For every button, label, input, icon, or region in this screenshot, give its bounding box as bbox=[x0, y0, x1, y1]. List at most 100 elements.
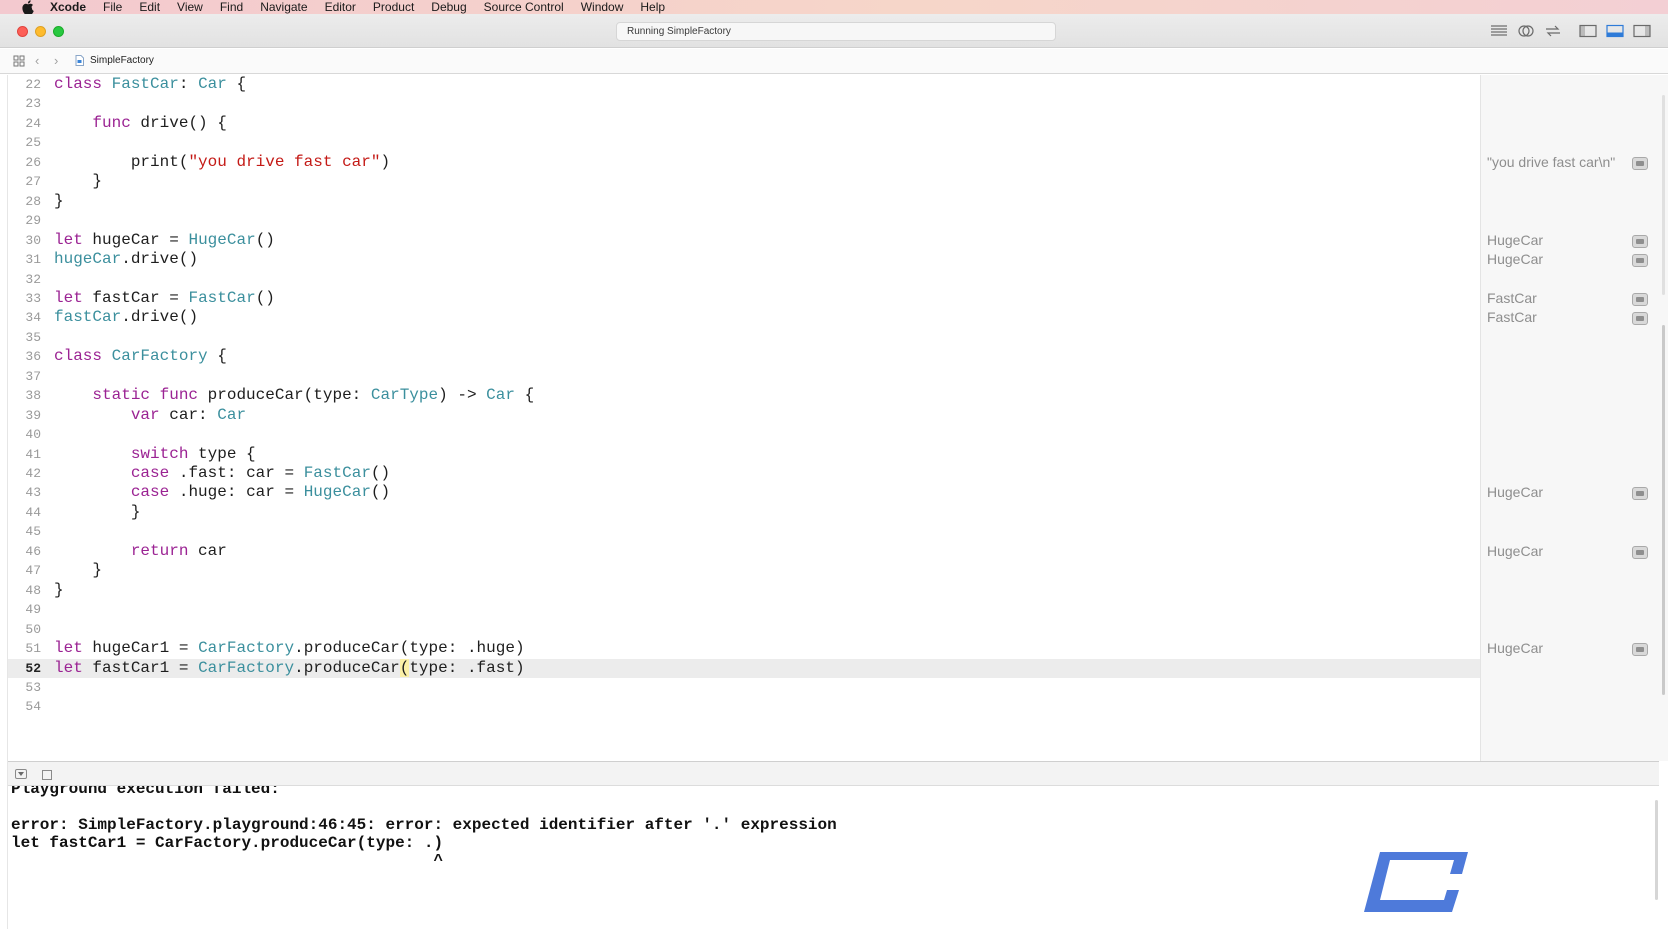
code-line[interactable]: 27 } bbox=[8, 172, 1480, 191]
navigator-toggle-icon[interactable] bbox=[1578, 24, 1600, 38]
code-line[interactable]: 28} bbox=[8, 192, 1480, 211]
code-line[interactable]: 22 class FastCar: Car { bbox=[8, 75, 1480, 94]
code-text: } bbox=[54, 561, 102, 580]
code-line[interactable]: 39 var car: Car bbox=[8, 406, 1480, 425]
code-line[interactable]: 31 hugeCar.drive() bbox=[8, 250, 1480, 269]
code-punctuation-token: . bbox=[466, 658, 477, 677]
code-line[interactable]: 32 bbox=[8, 270, 1480, 289]
code-keyword-token: class bbox=[54, 347, 103, 366]
code-identifier-token: produceCar bbox=[207, 386, 304, 405]
editor-scrollbar[interactable] bbox=[1659, 75, 1668, 761]
chevron-right-icon[interactable]: › bbox=[54, 53, 58, 68]
menu-product[interactable]: Product bbox=[373, 0, 414, 14]
code-line[interactable]: 38 static func produceCar(type: CarType)… bbox=[8, 386, 1480, 405]
menu-source-control[interactable]: Source Control bbox=[484, 0, 564, 14]
line-number: 39 bbox=[25, 407, 41, 423]
code-punctuation-token: : bbox=[226, 464, 237, 482]
code-identifier-token: fast bbox=[188, 464, 227, 482]
code-line[interactable]: 25 bbox=[8, 133, 1480, 152]
chevron-left-icon[interactable]: ‹ bbox=[35, 53, 39, 68]
code-identifier-token: fastCar bbox=[92, 288, 160, 307]
code-line[interactable]: 30 let hugeCar = HugeCar() bbox=[8, 231, 1480, 250]
menu-editor[interactable]: Editor bbox=[325, 0, 356, 14]
code-line[interactable]: 42 case .fast: car = FastCar() bbox=[8, 464, 1480, 483]
code-line[interactable]: 29 bbox=[8, 211, 1480, 230]
code-punctuation-token: . bbox=[294, 639, 304, 658]
window-close-button[interactable] bbox=[17, 26, 28, 37]
code-identifier-token: hugeCar bbox=[54, 250, 122, 269]
code-line[interactable]: 44 } bbox=[8, 503, 1480, 522]
code-type-token: Car bbox=[486, 386, 515, 405]
code-line[interactable]: 33 let fastCar = FastCar() bbox=[8, 289, 1480, 308]
window-minimize-button[interactable] bbox=[35, 26, 46, 37]
standard-editor-icon[interactable] bbox=[1489, 24, 1511, 38]
code-line[interactable]: 24 func drive() { bbox=[8, 114, 1480, 133]
menu-navigate[interactable]: Navigate bbox=[260, 0, 307, 14]
menu-file[interactable]: File bbox=[103, 0, 122, 14]
quick-look-result-button[interactable] bbox=[1632, 156, 1648, 170]
menu-find[interactable]: Find bbox=[220, 0, 243, 14]
assistant-editor-icon[interactable] bbox=[1516, 24, 1538, 38]
quick-look-result-button[interactable] bbox=[1632, 292, 1648, 306]
line-number: 36 bbox=[25, 349, 41, 365]
code-line[interactable]: 45 bbox=[8, 522, 1480, 541]
version-editor-icon[interactable] bbox=[1543, 24, 1565, 38]
code-line[interactable]: 36 class CarFactory { bbox=[8, 347, 1480, 366]
code-identifier-token: type bbox=[198, 444, 237, 463]
console-scrollbar[interactable] bbox=[1651, 786, 1668, 929]
quick-look-result-button[interactable] bbox=[1632, 234, 1648, 248]
quick-look-result-button[interactable] bbox=[1632, 312, 1648, 326]
editor-scrollbar-thumb[interactable] bbox=[1662, 325, 1665, 695]
menu-window[interactable]: Window bbox=[581, 0, 624, 14]
console-scrollbar-thumb[interactable] bbox=[1655, 800, 1658, 900]
code-punctuation-token: { bbox=[217, 113, 227, 132]
code-line[interactable]: 52 let fastCar1 = CarFactory.produceCar(t… bbox=[8, 658, 1480, 678]
code-line[interactable]: 46 return car bbox=[8, 542, 1480, 561]
code-punctuation-token: } bbox=[54, 580, 64, 599]
code-line[interactable]: 35 bbox=[8, 328, 1480, 347]
code-line[interactable]: 34 fastCar.drive() bbox=[8, 308, 1480, 327]
debug-area-toggle-icon[interactable] bbox=[1605, 24, 1627, 38]
inspector-toggle-icon[interactable] bbox=[1632, 24, 1654, 38]
menu-app-name[interactable]: Xcode bbox=[50, 0, 86, 14]
code-line[interactable]: 41 switch type { bbox=[8, 445, 1480, 464]
code-line[interactable]: 40 bbox=[8, 425, 1480, 444]
apple-logo-icon[interactable] bbox=[22, 0, 36, 14]
window-zoom-button[interactable] bbox=[53, 26, 64, 37]
code-text: switch type { bbox=[54, 445, 256, 464]
jump-bar-file-name[interactable]: SimpleFactory bbox=[90, 55, 154, 66]
quick-look-result-button[interactable] bbox=[1632, 254, 1648, 268]
console-toggle-icon[interactable] bbox=[42, 770, 52, 780]
code-line[interactable]: 53 bbox=[8, 678, 1480, 697]
line-number: 50 bbox=[25, 621, 41, 637]
hide-debug-area-icon[interactable] bbox=[15, 769, 27, 779]
menu-edit[interactable]: Edit bbox=[139, 0, 160, 14]
quick-look-result-button[interactable] bbox=[1632, 487, 1648, 501]
code-line[interactable]: 37 bbox=[8, 367, 1480, 386]
code-line[interactable]: 47 } bbox=[8, 561, 1480, 580]
source-editor[interactable]: 22 class FastCar: Car {23 24 func drive() … bbox=[8, 75, 1480, 761]
code-text: } bbox=[54, 503, 141, 522]
code-keyword-token: switch bbox=[130, 444, 189, 463]
code-text: } bbox=[54, 581, 64, 600]
quick-look-result-button[interactable] bbox=[1632, 643, 1648, 657]
code-line[interactable]: 48} bbox=[8, 581, 1480, 600]
code-line[interactable]: 49 bbox=[8, 600, 1480, 619]
menu-view[interactable]: View bbox=[177, 0, 203, 14]
code-line[interactable]: 26 print("you drive fast car") bbox=[8, 153, 1480, 172]
code-line[interactable]: 23 bbox=[8, 94, 1480, 113]
code-identifier-token: drive bbox=[130, 250, 179, 269]
related-items-grid-icon[interactable] bbox=[13, 55, 25, 67]
code-line[interactable]: 51 let hugeCar1 = CarFactory.produceCar(t… bbox=[8, 639, 1480, 658]
menu-debug[interactable]: Debug bbox=[431, 0, 466, 14]
menu-help[interactable]: Help bbox=[640, 0, 665, 14]
result-row: HugeCar bbox=[1481, 250, 1659, 269]
code-punctuation-token: ) bbox=[188, 250, 199, 269]
code-punctuation-token: ( bbox=[303, 386, 314, 405]
code-punctuation-token: ( bbox=[255, 230, 266, 249]
quick-look-result-button[interactable] bbox=[1632, 545, 1648, 559]
window-toolbar: Running SimpleFactory bbox=[0, 14, 1668, 48]
code-line[interactable]: 50 bbox=[8, 620, 1480, 639]
code-line[interactable]: 43 case .huge: car = HugeCar() bbox=[8, 483, 1480, 502]
code-line[interactable]: 54 bbox=[8, 697, 1480, 716]
